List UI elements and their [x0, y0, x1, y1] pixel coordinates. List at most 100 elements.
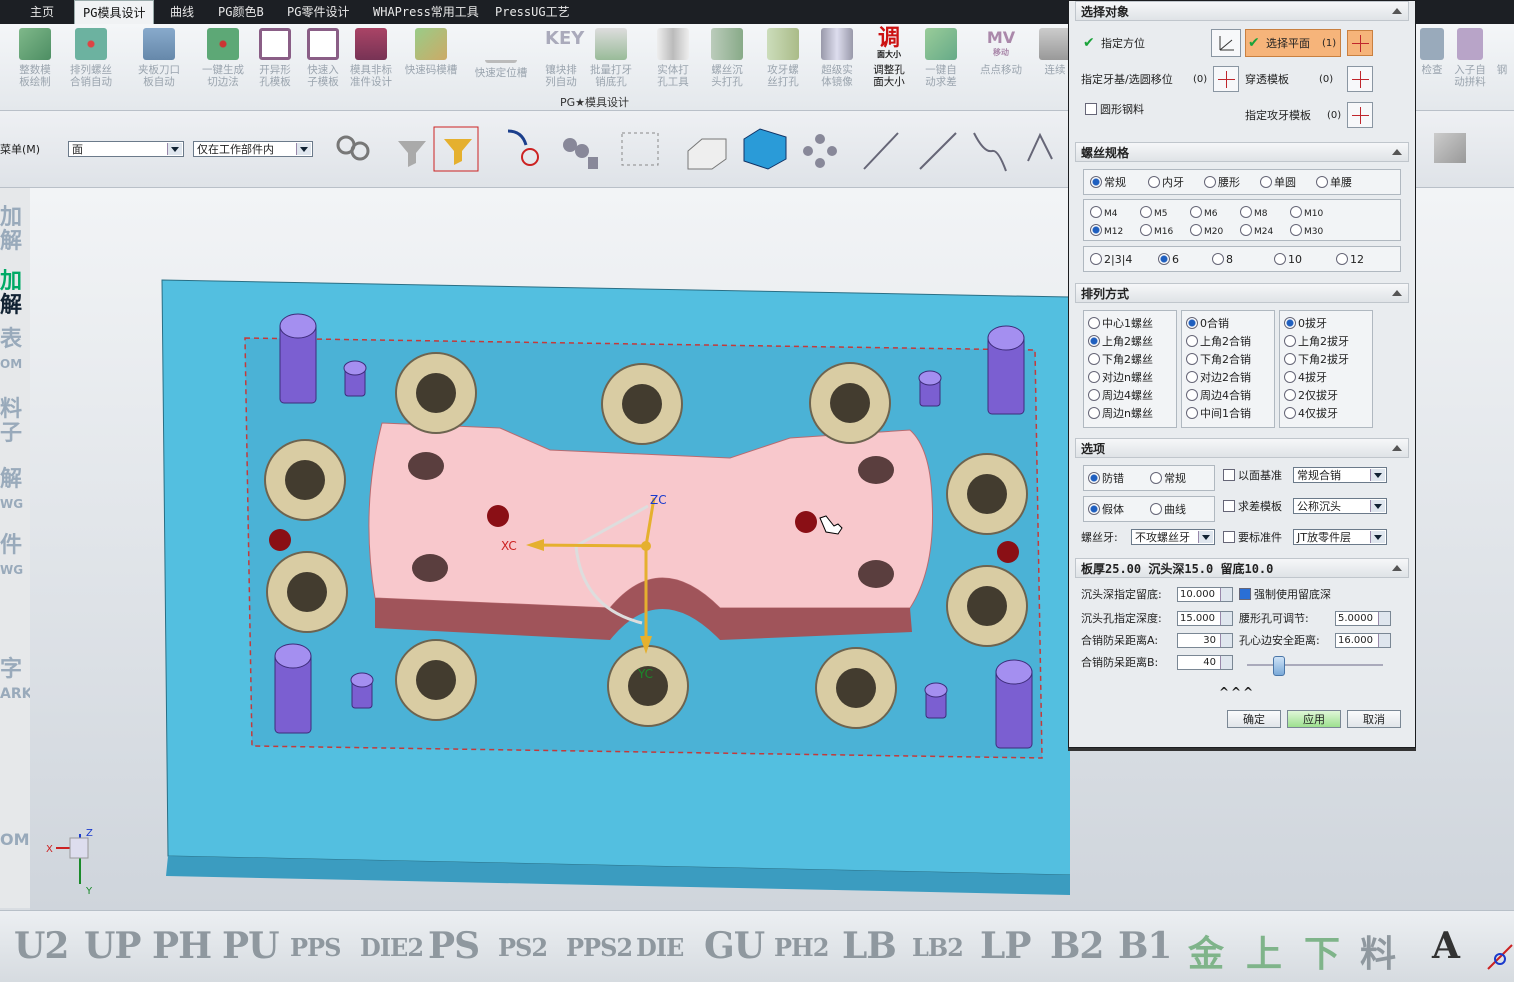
ribbon-btn-12[interactable]: 螺丝沉 头打孔	[700, 28, 754, 98]
ribbon-btn-15[interactable]: 调面大小 调整孔 面大小	[862, 28, 916, 98]
diff-template-select[interactable]: 公称沉头	[1293, 498, 1387, 514]
collapse-icon[interactable]	[1392, 565, 1402, 571]
collapse-icon[interactable]	[1392, 290, 1402, 296]
std-part-select[interactable]: JT放零件层	[1293, 529, 1387, 545]
pull-0[interactable]: 0拔牙	[1284, 317, 1327, 331]
arrange-lower-2[interactable]: 下角2螺丝	[1088, 353, 1153, 367]
spec-type-single-round[interactable]: 单圆	[1260, 176, 1296, 190]
size-m30[interactable]: M30	[1290, 224, 1323, 239]
pull-4[interactable]: 4拔牙	[1284, 371, 1327, 385]
ribbon-btn-steel[interactable]: 钢	[1492, 28, 1512, 98]
arrange-perimeter-n[interactable]: 周边n螺丝	[1088, 407, 1153, 421]
pin-perimeter-4[interactable]: 周边4合销	[1186, 389, 1251, 403]
ribbon-btn-9[interactable]: KEY 镶块排 列自动	[534, 28, 588, 98]
cancel-button[interactable]: 取消	[1347, 710, 1401, 728]
ribbon-btn-0[interactable]: 整数模 板绘制	[8, 28, 62, 98]
crosshair-icon[interactable]	[1347, 102, 1373, 128]
sink-bottom-input[interactable]: 10.000	[1177, 587, 1233, 602]
shortcut-u2[interactable]: U2	[14, 925, 69, 967]
face-datum-checkbox[interactable]: 以面基准	[1223, 469, 1282, 483]
round-steel-checkbox[interactable]: 圆形钢料	[1085, 103, 1144, 117]
ribbon-btn-2[interactable]: 夹板刀口 板自动	[132, 28, 186, 98]
ribbon-btn-7[interactable]: 快速码模槽	[404, 28, 458, 98]
spinner-icon[interactable]	[1220, 634, 1232, 647]
size-m5[interactable]: M5	[1140, 206, 1168, 221]
force-bottom-checkbox[interactable]: 强制使用留底深	[1239, 588, 1331, 602]
pin-middle-1[interactable]: 中间1合销	[1186, 407, 1251, 421]
size-m12[interactable]: M12	[1090, 224, 1123, 239]
tab-pressug-process[interactable]: PressUG工艺	[495, 0, 570, 24]
slider-handle[interactable]	[1273, 656, 1285, 676]
shortcut-b2[interactable]: B2	[1050, 925, 1104, 967]
size-m16[interactable]: M16	[1140, 224, 1173, 239]
count-234[interactable]: 2|3|4	[1090, 253, 1132, 267]
spinner-icon[interactable]	[1220, 588, 1232, 601]
curve-radio[interactable]: 曲线	[1150, 503, 1186, 517]
tab-pg-part-design[interactable]: PG零件设计	[287, 0, 349, 24]
count-8[interactable]: 8	[1212, 253, 1233, 267]
arrange-opposite-n[interactable]: 对边n螺丝	[1088, 371, 1153, 385]
count-12[interactable]: 12	[1336, 253, 1364, 267]
pull-upper-2[interactable]: 上角2拔牙	[1284, 335, 1349, 349]
collapse-icon[interactable]	[1392, 149, 1402, 155]
pull-only-4[interactable]: 4仅拔牙	[1284, 407, 1338, 421]
crosshair-icon[interactable]	[1347, 66, 1373, 92]
edge-safe-input[interactable]: 16.000	[1335, 633, 1391, 648]
ribbon-btn-16[interactable]: 一键自 动求差	[914, 28, 968, 98]
collapse-icon[interactable]	[1392, 445, 1402, 451]
size-m10[interactable]: M10	[1290, 206, 1323, 221]
shortcut-pps[interactable]: PPS	[290, 933, 341, 962]
spec-type-single-slot[interactable]: 单腰	[1316, 176, 1352, 190]
count-6[interactable]: 6	[1158, 253, 1179, 267]
pin-upper-2[interactable]: 上角2合销	[1186, 335, 1251, 349]
selection-tool-icons[interactable]	[320, 121, 1070, 181]
pin-dist-b-input[interactable]: 40	[1177, 655, 1233, 670]
ribbon-btn-8[interactable]: 快速定位槽	[474, 28, 528, 98]
arrange-perimeter-4[interactable]: 周边4螺丝	[1088, 389, 1153, 403]
shortcut-lb2[interactable]: LB2	[912, 933, 964, 962]
section-thickness[interactable]: 板厚25.00 沉头深15.0 留底10.0	[1075, 558, 1409, 578]
normal-radio[interactable]: 常规	[1150, 472, 1186, 486]
pin-0[interactable]: 0合销	[1186, 317, 1229, 331]
type-filter-select[interactable]: 面	[68, 141, 184, 157]
mold-model[interactable]: XC YC ZC	[30, 188, 1070, 910]
shortcut-ps[interactable]: PS	[428, 925, 480, 967]
shortcut-text[interactable]: A	[1432, 925, 1460, 967]
crosshair-icon[interactable]	[1213, 66, 1239, 92]
shortcut-lower[interactable]: 下	[1304, 925, 1340, 977]
select-plane-button[interactable]: ✔ 选择平面 (1)	[1245, 29, 1341, 57]
scope-filter-select[interactable]: 仅在工作部件内	[193, 141, 313, 157]
spinner-icon[interactable]	[1378, 612, 1390, 625]
diff-template-checkbox[interactable]: 求差模板	[1223, 500, 1282, 514]
ribbon-btn-insert-join[interactable]: 入子自 动拼料	[1450, 28, 1490, 98]
size-m8[interactable]: M8	[1240, 206, 1268, 221]
ribbon-btn-14[interactable]: 超级实 体镜像	[810, 28, 864, 98]
face-datum-select[interactable]: 常规合销	[1293, 467, 1387, 483]
tab-pg-color-b[interactable]: PG颜色B	[218, 0, 264, 24]
shortcut-upper[interactable]: 上	[1246, 925, 1282, 977]
pull-only-2[interactable]: 2仅拔牙	[1284, 389, 1338, 403]
spinner-icon[interactable]	[1378, 634, 1390, 647]
shortcut-b1[interactable]: B1	[1118, 925, 1172, 967]
size-m4[interactable]: M4	[1090, 206, 1118, 221]
csys-icon[interactable]	[1211, 29, 1241, 57]
pin-dist-a-input[interactable]: 30	[1177, 633, 1233, 648]
std-part-checkbox[interactable]: 要标准件	[1223, 531, 1282, 545]
screw-tooth-select[interactable]: 不攻螺丝牙	[1131, 529, 1215, 545]
shortcut-gu[interactable]: GU	[704, 925, 765, 967]
ribbon-btn-11[interactable]: 实体打 孔工具	[646, 28, 700, 98]
ribbon-btn-3[interactable]: 一键生成 切边法	[196, 28, 250, 98]
expand-more-icon[interactable]: ^^^	[1219, 685, 1255, 699]
anti-error-radio[interactable]: 防错	[1088, 472, 1124, 486]
tab-pg-mold-design[interactable]: PG模具设计	[74, 0, 155, 25]
spec-type-normal[interactable]: 常规	[1090, 176, 1126, 190]
collapse-icon[interactable]	[1392, 8, 1402, 14]
ribbon-btn-6[interactable]: 模具非标 准件设计	[344, 28, 398, 98]
spec-type-slot[interactable]: 腰形	[1204, 176, 1240, 190]
arrange-center-1[interactable]: 中心1螺丝	[1088, 317, 1153, 331]
shortcut-pu[interactable]: PU	[222, 925, 279, 967]
size-m24[interactable]: M24	[1240, 224, 1273, 239]
ribbon-btn-1[interactable]: 排列螺丝 合销自动	[64, 28, 118, 98]
section-screw-spec[interactable]: 螺丝规格	[1075, 142, 1409, 162]
shortcut-die[interactable]: DIE	[636, 933, 684, 962]
